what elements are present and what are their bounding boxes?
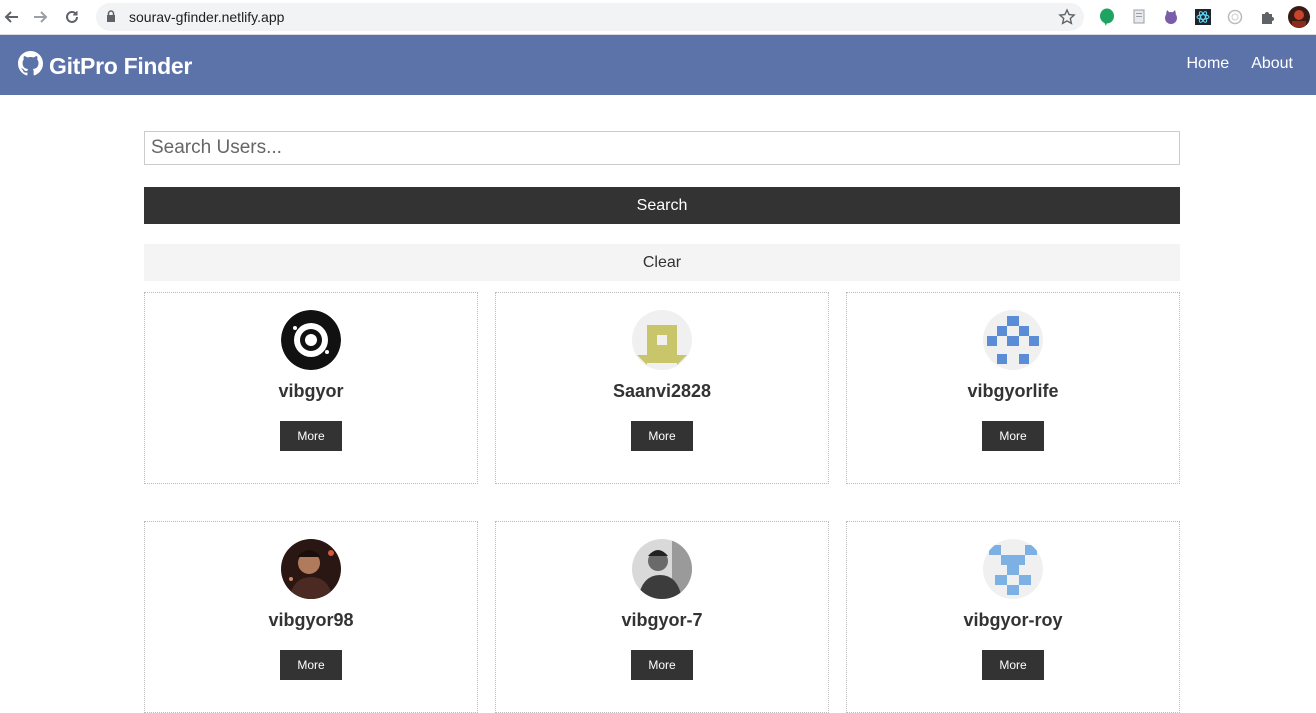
user-login: vibgyor-7 — [621, 610, 703, 630]
more-button[interactable]: More — [631, 421, 693, 451]
more-button[interactable]: More — [631, 650, 693, 680]
back-arrow-icon — [4, 11, 18, 23]
user-login: Saanvi2828 — [612, 381, 712, 401]
more-button[interactable]: More — [280, 650, 342, 680]
more-button[interactable]: More — [982, 650, 1044, 680]
user-login: vibgyor-roy — [963, 610, 1063, 630]
user-login: vibgyorlife — [967, 381, 1059, 401]
clear-button[interactable]: Clear — [144, 244, 1180, 281]
user-login: vibgyor — [278, 381, 344, 401]
user-card: vibgyor-roy More — [846, 521, 1180, 713]
url-text: sourav-gfinder.netlify.app — [129, 9, 285, 25]
extension-green-icon[interactable] — [1097, 7, 1117, 27]
user-avatar — [281, 310, 341, 370]
navbar: GitPro Finder Home About — [0, 35, 1316, 95]
search-button[interactable]: Search — [144, 187, 1180, 224]
app-title: GitPro Finder — [49, 53, 193, 79]
user-card: vibgyor More — [144, 292, 478, 484]
extension-pages-icon[interactable] — [1129, 7, 1149, 27]
user-card: Saanvi2828 More — [495, 292, 829, 484]
forward-button[interactable] — [28, 5, 52, 29]
user-card: vibgyor98 More — [144, 521, 478, 713]
brand[interactable]: GitPro Finder — [18, 51, 192, 82]
nav-link-about[interactable]: About — [1251, 55, 1293, 73]
more-button[interactable]: More — [280, 421, 342, 451]
extensions-puzzle-icon[interactable] — [1257, 7, 1277, 27]
address-bar[interactable]: sourav-gfinder.netlify.app — [96, 3, 1084, 31]
user-avatar — [983, 310, 1043, 370]
search-input[interactable] — [144, 131, 1180, 165]
back-button[interactable] — [0, 5, 24, 29]
nav-link-home[interactable]: Home — [1187, 55, 1230, 73]
user-card: vibgyorlife More — [846, 292, 1180, 484]
user-login: vibgyor98 — [268, 610, 354, 630]
user-avatar — [281, 539, 341, 599]
user-avatar — [632, 539, 692, 599]
forward-arrow-icon — [34, 11, 48, 23]
extension-octocat-icon[interactable] — [1161, 7, 1181, 27]
profile-avatar[interactable] — [1288, 6, 1310, 28]
extension-circle-icon[interactable] — [1225, 7, 1245, 27]
extension-react-icon[interactable] — [1193, 7, 1213, 27]
bookmark-star-icon[interactable] — [1058, 8, 1076, 31]
users-grid: vibgyor More Saanvi2828 More vibgyorlife… — [144, 292, 1180, 713]
github-icon — [18, 51, 43, 82]
browser-toolbar: sourav-gfinder.netlify.app — [0, 0, 1316, 35]
user-avatar — [983, 539, 1043, 599]
lock-icon — [106, 10, 116, 28]
more-button[interactable]: More — [982, 421, 1044, 451]
user-avatar — [632, 310, 692, 370]
reload-button[interactable] — [60, 5, 84, 29]
reload-icon — [66, 10, 78, 23]
user-card: vibgyor-7 More — [495, 521, 829, 713]
nav-links: Home About — [1187, 55, 1294, 73]
